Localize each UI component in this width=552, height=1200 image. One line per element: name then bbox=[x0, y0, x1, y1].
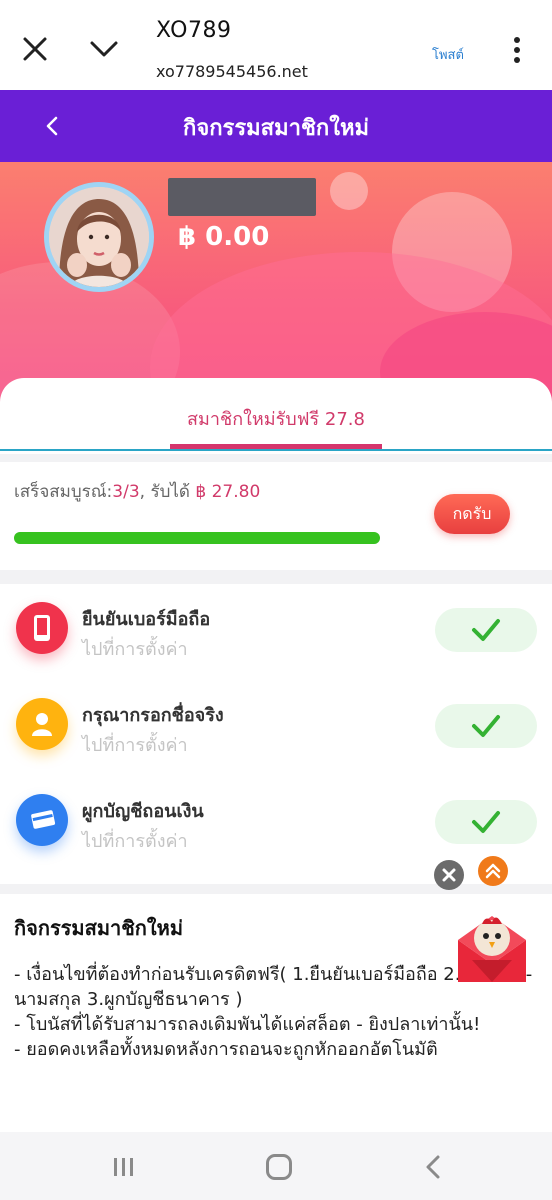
balance-amount: ฿ 0.00 bbox=[178, 222, 270, 252]
decor-bubble bbox=[330, 172, 368, 210]
progress-bar bbox=[14, 532, 380, 544]
app-header: กิจกรรมสมาชิกใหม่ bbox=[0, 90, 552, 162]
task-complete-badge bbox=[435, 800, 537, 844]
progress-prefix: เสร็จสมบูรณ์: bbox=[14, 482, 113, 502]
progress-section: เสร็จสมบูรณ์:3/3, รับได้ ฿ 27.80 กดรับ bbox=[0, 462, 552, 570]
system-nav-bar bbox=[0, 1132, 552, 1200]
task-title: ผูกบัญชีถอนเงิน bbox=[82, 801, 204, 822]
task-bind-account[interactable]: ผูกบัญชีถอนเงิน ไปที่การตั้งค่า bbox=[0, 784, 552, 874]
nav-back-icon[interactable] bbox=[424, 1154, 442, 1180]
task-complete-badge bbox=[435, 704, 537, 748]
browser-toolbar: XO789 xo7789545456.net โพสต์ bbox=[0, 0, 552, 90]
close-icon[interactable] bbox=[20, 34, 50, 64]
chevron-down-icon[interactable] bbox=[88, 34, 120, 64]
close-float-icon[interactable] bbox=[434, 860, 464, 890]
task-complete-badge bbox=[435, 608, 537, 652]
more-options-icon[interactable] bbox=[510, 36, 524, 64]
task-real-name[interactable]: กรุณากรอกชื่อจริง ไปที่การตั้งค่า bbox=[0, 688, 552, 778]
task-subtitle[interactable]: ไปที่การตั้งค่า bbox=[82, 730, 188, 759]
phone-icon bbox=[16, 602, 68, 654]
site-title: XO789 bbox=[156, 18, 232, 43]
site-url[interactable]: xo7789545456.net bbox=[156, 62, 308, 81]
task-list: ยืนยันเบอร์มือถือ ไปที่การตั้งค่า กรุณาก… bbox=[0, 584, 552, 884]
check-icon bbox=[472, 715, 500, 737]
recent-apps-icon[interactable] bbox=[112, 1156, 136, 1178]
task-title: ยืนยันเบอร์มือถือ bbox=[82, 609, 211, 630]
reward-amount: ฿ 27.80 bbox=[195, 482, 261, 502]
task-subtitle[interactable]: ไปที่การตั้งค่า bbox=[82, 826, 188, 855]
description-title: กิจกรรมสมาชิกใหม่ bbox=[14, 916, 184, 940]
home-icon[interactable] bbox=[266, 1154, 292, 1180]
check-icon bbox=[472, 811, 500, 833]
progress-bar-fill bbox=[14, 532, 380, 544]
task-verify-phone[interactable]: ยืนยันเบอร์มือถือ ไปที่การตั้งค่า bbox=[0, 592, 552, 682]
page-title: กิจกรรมสมาชิกใหม่ bbox=[183, 116, 369, 141]
user-icon bbox=[16, 698, 68, 750]
progress-middle: , รับได้ bbox=[139, 482, 196, 502]
card-icon bbox=[16, 794, 68, 846]
claim-button[interactable]: กดรับ bbox=[434, 494, 510, 534]
check-icon bbox=[472, 619, 500, 641]
tab-new-member-free[interactable]: สมาชิกใหม่รับฟรี 27.8 bbox=[0, 404, 552, 433]
task-subtitle[interactable]: ไปที่การตั้งค่า bbox=[82, 634, 188, 663]
avatar bbox=[44, 182, 154, 292]
username-redacted bbox=[168, 178, 316, 216]
scroll-top-icon[interactable] bbox=[478, 856, 508, 886]
divider bbox=[0, 449, 552, 451]
task-title: กรุณากรอกชื่อจริง bbox=[82, 705, 224, 726]
description-line: - โบนัสที่ได้รับสามารถลงเดิมพันได้แค่สล็… bbox=[14, 1014, 481, 1035]
promo-envelope-icon[interactable] bbox=[452, 908, 532, 988]
progress-count: 3/3 bbox=[112, 482, 140, 502]
tab-bar: สมาชิกใหม่รับฟรี 27.8 bbox=[0, 378, 552, 454]
post-link[interactable]: โพสต์ bbox=[432, 44, 464, 65]
description-line: - ยอดคงเหลือทั้งหมดหลังการถอนจะถูกหักออก… bbox=[14, 1039, 438, 1060]
progress-summary: เสร็จสมบูรณ์:3/3, รับได้ ฿ 27.80 bbox=[14, 478, 260, 505]
